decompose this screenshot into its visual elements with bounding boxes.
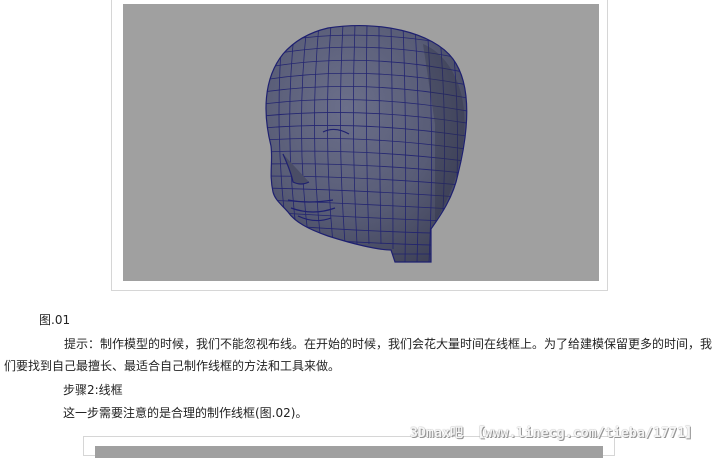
step-title: 步骤2:线框	[63, 383, 123, 397]
tip-paragraph: 提示：制作模型的时候，我们不能忽视布线。在开始的时候，我们会花大量时间在线框上。…	[4, 337, 713, 373]
head-model-render	[123, 4, 599, 281]
figure-caption: 图.01	[39, 313, 71, 327]
head-wireframe-illustration	[265, 25, 468, 263]
step-description: 这一步需要注意的是合理的制作线框(图.02)。	[63, 406, 308, 420]
figure-02-viewport	[95, 446, 603, 458]
figure-01-frame	[111, 0, 608, 291]
site-watermark: 3Dmax吧 【www.linecg.com/tieba/1771】	[410, 426, 699, 441]
